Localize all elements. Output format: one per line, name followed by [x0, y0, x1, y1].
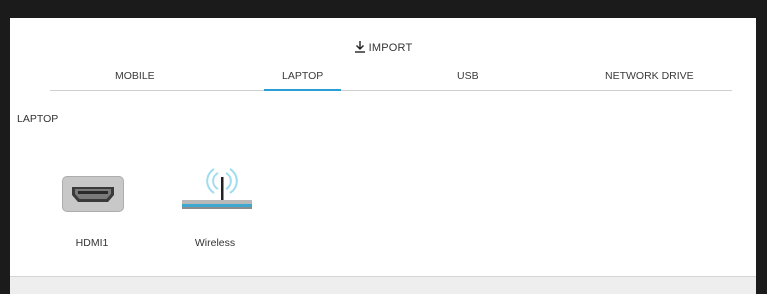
import-panel: IMPORT MOBILE LAPTOP USB NETWORK DRIVE L…: [10, 18, 756, 294]
device-wireless[interactable]: Wireless: [175, 168, 255, 260]
tab-network-drive[interactable]: NETWORK DRIVE: [605, 70, 694, 82]
source-tabs: MOBILE LAPTOP USB NETWORK DRIVE: [50, 62, 732, 91]
import-label: IMPORT: [368, 42, 413, 54]
section-title: LAPTOP: [17, 113, 59, 125]
wireless-router-icon: [182, 168, 252, 209]
device-label: Wireless: [194, 237, 236, 249]
tab-laptop[interactable]: LAPTOP: [263, 70, 342, 91]
tab-mobile[interactable]: MOBILE: [115, 70, 155, 82]
device-label: HDMI1: [75, 237, 109, 249]
download-icon: [354, 40, 366, 56]
footer-bar: [10, 276, 756, 294]
import-header[interactable]: IMPORT: [10, 40, 756, 56]
tab-usb[interactable]: USB: [457, 70, 479, 82]
device-hdmi1[interactable]: HDMI1: [52, 170, 132, 260]
hdmi-port-icon: [62, 176, 124, 212]
